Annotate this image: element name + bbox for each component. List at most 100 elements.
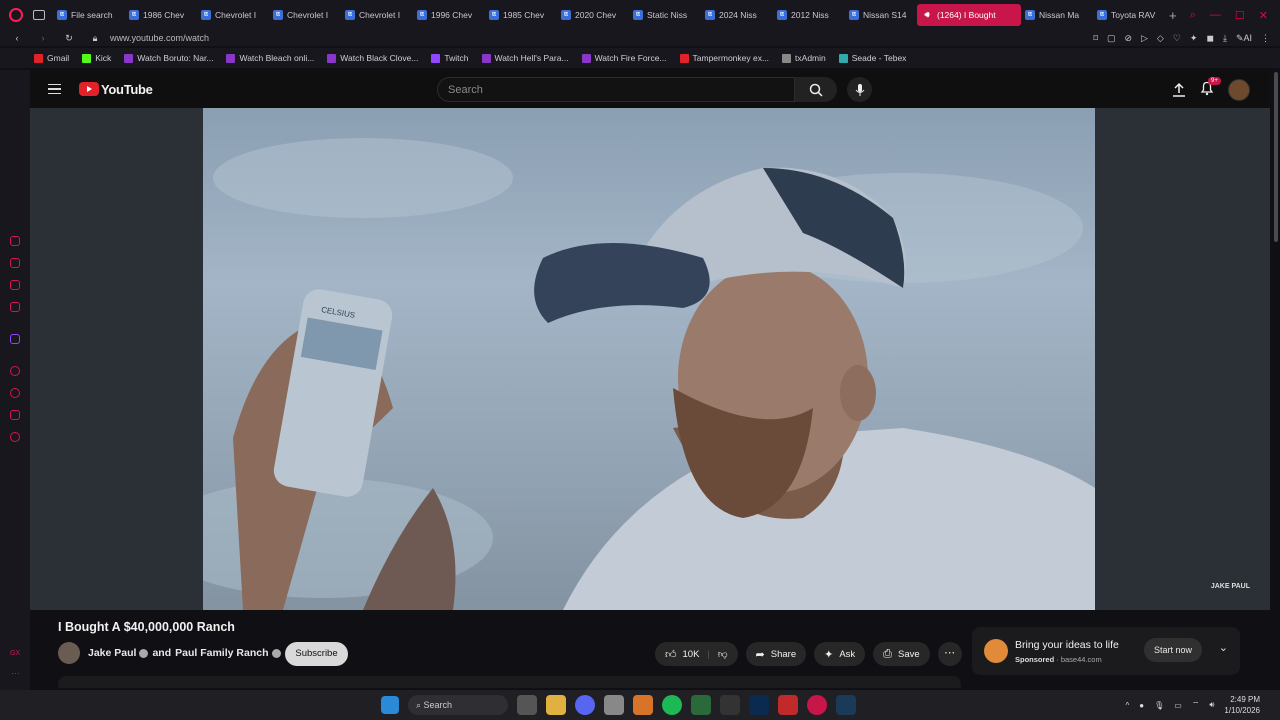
bookmark-item[interactable]: Watch Hell's Para...	[481, 53, 569, 63]
start-now-button[interactable]: Start now	[1144, 638, 1203, 662]
app-icon[interactable]	[604, 695, 624, 715]
sidebar-messenger-icon[interactable]	[10, 258, 20, 268]
tab[interactable]: tt 2020 Chev	[557, 4, 629, 26]
opera-gx-taskbar-icon[interactable]	[807, 695, 827, 715]
profile-icon[interactable]: ◼	[1206, 33, 1213, 44]
snapshot-icon[interactable]: ▢	[1107, 33, 1116, 44]
tab[interactable]: tt Chevrolet I	[197, 4, 269, 26]
tray-display-icon[interactable]: ▭	[1174, 701, 1182, 710]
bookmark-item[interactable]: Watch Black Clove...	[327, 53, 418, 63]
like-count[interactable]: 10K	[683, 649, 700, 660]
chevron-down-icon[interactable]: ⌄	[1219, 641, 1228, 654]
more-actions-button[interactable]: ⋯	[937, 642, 962, 666]
bookmark-item[interactable]: txAdmin	[782, 53, 826, 63]
tab[interactable]: tt 1986 Chev	[125, 4, 197, 26]
video-player[interactable]: CELSIUS JAKE PAUL	[30, 108, 1270, 610]
search-input[interactable]: Search	[437, 77, 795, 102]
app-icon[interactable]	[633, 695, 653, 715]
minimize-button[interactable]: —	[1210, 9, 1221, 22]
tab-active[interactable]: 🔊︎ (1264) I Bought	[917, 4, 1021, 26]
windows-start-icon[interactable]	[381, 696, 399, 714]
sidebar-pinboard-icon[interactable]	[10, 410, 20, 420]
reload-button[interactable]: ↻	[60, 33, 78, 44]
maximize-button[interactable]: ☐	[1235, 9, 1245, 22]
forward-button[interactable]: ›	[34, 33, 52, 43]
channel-name[interactable]: Jake Paul	[88, 647, 136, 659]
tray-network-icon[interactable]: ⌔	[1192, 700, 1200, 710]
adblock-icon[interactable]: ⊘	[1124, 33, 1132, 44]
sidebar-settings-icon[interactable]	[10, 432, 20, 442]
sidebar-twitch-icon[interactable]	[10, 334, 20, 344]
share-button[interactable]: ➦ Share	[745, 642, 807, 666]
menu-icon[interactable]: ⋮	[1261, 33, 1270, 44]
system-clock[interactable]: 2:49 PM 1/10/2026	[1224, 694, 1260, 716]
tab[interactable]: tt Toyota RAV	[1093, 4, 1165, 26]
vpn-icon[interactable]: ◇	[1157, 33, 1164, 44]
bookmark-item[interactable]: Watch Bleach onli...	[226, 53, 314, 63]
player-icon[interactable]: ▷	[1141, 33, 1148, 44]
subscribe-button[interactable]: Subscribe	[285, 642, 348, 666]
tray-volume-icon[interactable]: 🔊︎	[1209, 700, 1214, 710]
bookmark-item[interactable]: Seade - Tebex	[838, 53, 906, 63]
excel-icon[interactable]	[691, 695, 711, 715]
video-frame[interactable]: CELSIUS	[203, 108, 1095, 610]
app-icon[interactable]	[720, 695, 740, 715]
sidebar-more-icon[interactable]: ⋯	[11, 668, 20, 679]
opera-logo-icon[interactable]	[9, 8, 23, 22]
tray-mic-icon[interactable]: 🎙︎	[1154, 701, 1164, 710]
bookmark-item[interactable]: Watch Boruto: Nar...	[124, 53, 213, 63]
tray-app-icon[interactable]: ●	[1139, 701, 1144, 710]
bookmark-item[interactable]: Tampermonkey ex...	[679, 53, 769, 63]
hamburger-menu-icon[interactable]	[48, 81, 61, 98]
tab[interactable]: tt Static Niss	[629, 4, 701, 26]
aria-ai-button[interactable]: ✎AI	[1236, 33, 1252, 44]
sidebar-player-icon[interactable]	[10, 366, 20, 376]
upload-icon[interactable]	[1172, 82, 1186, 98]
taskbar-search[interactable]: ⌕ Search	[408, 695, 508, 715]
back-button[interactable]: ‹	[8, 33, 26, 43]
save-button[interactable]: ⎙ Save	[873, 642, 930, 666]
sidebar-gx-icon[interactable]: GX	[10, 650, 20, 657]
tab[interactable]: tt 1985 Chev	[485, 4, 557, 26]
tab[interactable]: tt Nissan S14	[845, 4, 917, 26]
new-tab-button[interactable]: +	[1169, 8, 1177, 23]
tab[interactable]: tt Chevrolet I	[269, 4, 341, 26]
spotify-icon[interactable]	[662, 695, 682, 715]
tray-overflow-icon[interactable]: ^	[1126, 701, 1130, 710]
thumbs-up-icon[interactable]: 👍︎	[665, 648, 677, 661]
voice-search-button[interactable]	[847, 77, 872, 102]
bookmark-item[interactable]: Watch Fire Force...	[581, 53, 667, 63]
sponsored-ad-card[interactable]: Bring your ideas to life Sponsored · bas…	[972, 627, 1240, 675]
thumbs-down-icon[interactable]: 👎︎	[718, 648, 728, 660]
workspaces-icon[interactable]	[33, 10, 45, 20]
account-avatar[interactable]	[1228, 79, 1250, 101]
bookmark-item[interactable]: Gmail	[34, 53, 69, 63]
tab[interactable]: tt Chevrolet I	[341, 4, 413, 26]
app-icon[interactable]	[778, 695, 798, 715]
tab[interactable]: tt File search	[53, 4, 125, 26]
tab[interactable]: tt 1996 Chev	[413, 4, 485, 26]
channel-avatar[interactable]	[58, 642, 80, 664]
tab[interactable]: tt 2024 Niss	[701, 4, 773, 26]
heart-icon[interactable]: ♡	[1173, 33, 1181, 44]
ask-button[interactable]: ✦ Ask	[814, 642, 866, 666]
download-icon[interactable]: ⤓	[1223, 33, 1227, 44]
bookmark-item[interactable]: Twitch	[431, 53, 469, 63]
url-field[interactable]: www.youtube.com/watch	[110, 33, 209, 43]
extensions-icon[interactable]: ✦	[1190, 33, 1198, 44]
photoshop-icon[interactable]	[749, 695, 769, 715]
page-scrollbar[interactable]	[1274, 72, 1278, 242]
steam-icon[interactable]	[836, 695, 856, 715]
sidebar-history-icon[interactable]	[10, 388, 20, 398]
discord-icon[interactable]	[575, 695, 595, 715]
notifications-button[interactable]: 9+	[1200, 76, 1221, 101]
sidebar-chat-icon[interactable]	[10, 280, 20, 290]
search-tabs-icon[interactable]: ⌕	[1190, 9, 1196, 22]
file-explorer-icon[interactable]	[546, 695, 566, 715]
tab[interactable]: tt 2012 Niss	[773, 4, 845, 26]
search-button[interactable]	[795, 77, 837, 102]
bookmark-item[interactable]: Kick	[82, 53, 111, 63]
sidebar-mail-icon[interactable]	[10, 302, 20, 312]
description-box[interactable]	[58, 676, 961, 688]
task-view-icon[interactable]	[517, 695, 537, 715]
